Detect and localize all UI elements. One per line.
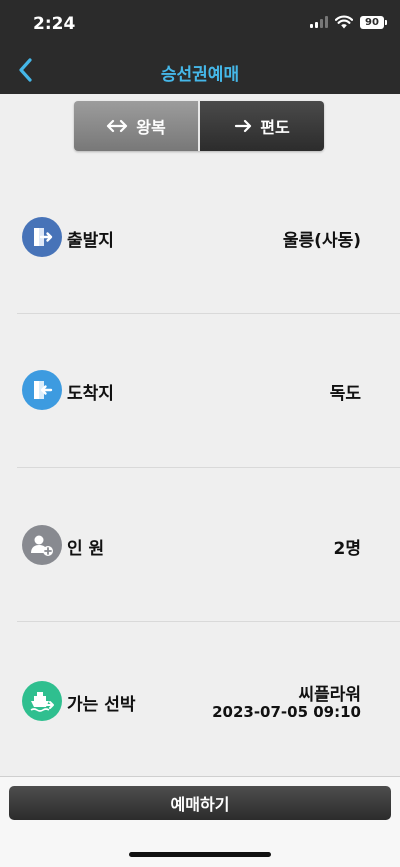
right-arrow-icon xyxy=(235,119,252,133)
one-way-button[interactable]: 편도 xyxy=(200,101,324,151)
signal-icon xyxy=(310,16,328,28)
round-trip-button[interactable]: 왕복 xyxy=(74,101,200,151)
trip-type-toggle: 왕복 편도 xyxy=(74,101,324,151)
left-right-arrow-icon xyxy=(107,119,128,133)
wifi-icon xyxy=(335,15,353,29)
battery-icon: 90 xyxy=(360,15,387,29)
battery-level: 90 xyxy=(365,16,379,28)
arrival-row[interactable]: 도착지 독도 xyxy=(17,314,383,467)
ship-row[interactable]: 가는 선박 씨플라워 2023-07-05 09:10 xyxy=(17,622,383,772)
book-button[interactable]: 예매하기 xyxy=(9,786,391,820)
exit-door-icon xyxy=(22,217,62,257)
departure-label: 출발지 xyxy=(67,231,114,251)
enter-door-icon xyxy=(22,370,62,410)
arrival-value: 독도 xyxy=(329,384,361,404)
add-person-icon xyxy=(22,525,62,565)
arrival-label: 도착지 xyxy=(67,384,114,404)
departure-row[interactable]: 출발지 울릉(사동) xyxy=(17,160,383,313)
round-trip-label: 왕복 xyxy=(136,118,166,137)
one-way-label: 편도 xyxy=(260,118,290,137)
departure-value: 울릉(사동) xyxy=(282,231,361,251)
ship-icon xyxy=(22,681,62,721)
ship-datetime: 2023-07-05 09:10 xyxy=(212,703,361,721)
top-bar: 2:24 90 승선권예매 xyxy=(0,0,400,94)
status-icons: 90 xyxy=(310,15,387,29)
status-time: 2:24 xyxy=(33,14,76,34)
page-title: 승선권예매 xyxy=(160,65,240,85)
ship-name: 씨플라워 xyxy=(298,685,361,705)
passengers-row[interactable]: 인 원 2명 xyxy=(17,468,383,621)
ship-label: 가는 선박 xyxy=(67,695,136,715)
passengers-label: 인 원 xyxy=(67,539,105,559)
passengers-value: 2명 xyxy=(333,539,361,559)
home-indicator xyxy=(129,852,271,857)
